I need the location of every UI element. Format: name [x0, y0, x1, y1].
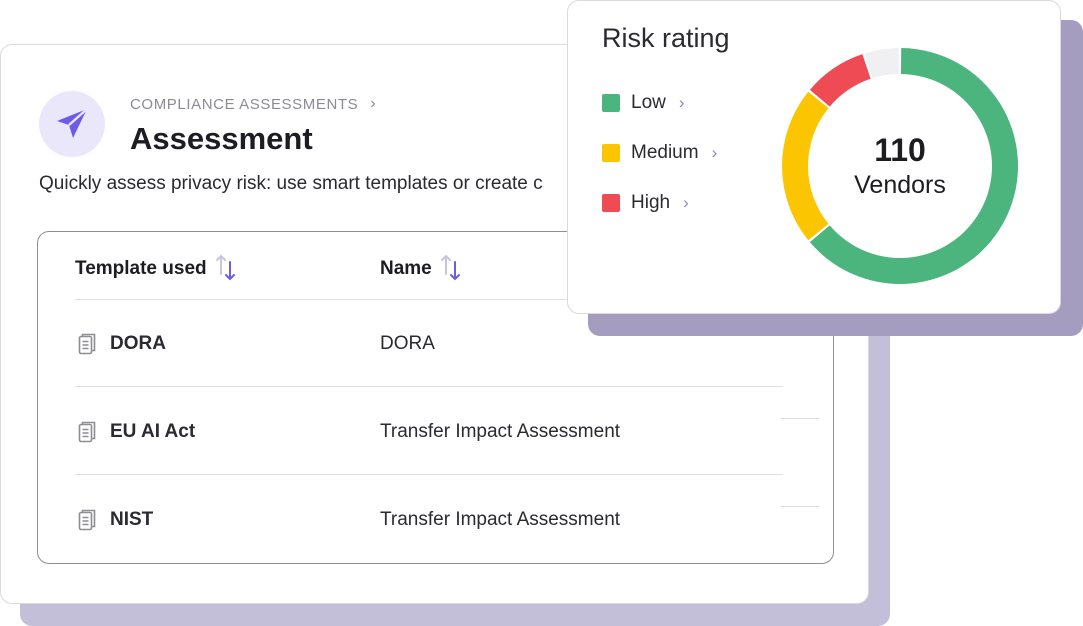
breadcrumb-link[interactable]: COMPLIANCE ASSESSMENTS: [130, 96, 358, 113]
legend-item-high[interactable]: High ›: [602, 192, 689, 214]
chevron-right-icon: ›: [711, 143, 718, 162]
donut-center-label: 110 Vendors: [780, 46, 1020, 286]
legend-item-medium[interactable]: Medium ›: [602, 142, 717, 164]
table-row-template[interactable]: NIST: [78, 509, 153, 531]
chevron-right-icon: ›: [683, 193, 689, 212]
row-divider-extension: [781, 418, 819, 419]
column-header-label: Name: [380, 258, 432, 279]
legend-label: Medium: [631, 142, 699, 163]
template-name: DORA: [110, 333, 166, 354]
table-row-template[interactable]: EU AI Act: [78, 421, 195, 443]
template-name: EU AI Act: [110, 421, 196, 442]
sort-icon[interactable]: [440, 252, 462, 282]
legend-swatch: [602, 144, 620, 162]
legend-label: High: [631, 192, 671, 213]
legend-swatch: [602, 94, 620, 112]
row-divider: [75, 386, 783, 387]
chevron-right-icon: ›: [678, 93, 685, 112]
document-icon: [78, 509, 96, 531]
paper-plane-icon: [57, 108, 88, 138]
assessment-name[interactable]: Transfer Impact Assessment: [380, 421, 620, 443]
sort-icon[interactable]: [215, 252, 237, 282]
document-icon: [78, 333, 96, 355]
assessment-name[interactable]: Transfer Impact Assessment: [380, 509, 620, 531]
legend-swatch: [602, 194, 620, 212]
risk-rating-card: Risk rating Low › Medium › High › 110 Ve…: [567, 0, 1061, 314]
template-name: NIST: [110, 509, 154, 530]
legend-label: Low: [631, 92, 666, 113]
vendor-count: 110: [874, 132, 926, 168]
row-divider: [75, 474, 783, 475]
assessment-name[interactable]: DORA: [380, 333, 435, 355]
chevron-right-icon: ›: [370, 95, 376, 112]
header-icon-badge: [39, 91, 105, 157]
column-header-name[interactable]: Name: [380, 254, 462, 284]
legend-item-low[interactable]: Low ›: [602, 92, 685, 114]
page-title: Assessment: [130, 121, 313, 156]
page-subtitle: Quickly assess privacy risk: use smart t…: [39, 173, 543, 194]
row-divider-extension: [781, 506, 819, 507]
table-row-template[interactable]: DORA: [78, 333, 166, 355]
document-icon: [78, 421, 96, 443]
column-header-template-used[interactable]: Template used: [75, 254, 237, 284]
breadcrumb: COMPLIANCE ASSESSMENTS ›: [130, 95, 376, 113]
column-header-label: Template used: [75, 258, 207, 279]
risk-rating-title: Risk rating: [602, 23, 730, 53]
vendor-unit-label: Vendors: [854, 171, 946, 199]
